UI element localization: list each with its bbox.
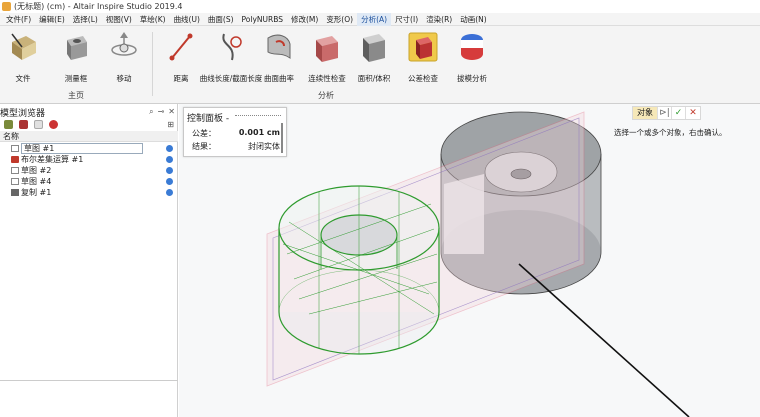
- tree-item-copy-1[interactable]: 复制 #1: [0, 187, 178, 198]
- visibility-icon[interactable]: [166, 145, 173, 152]
- measure-box-icon: [67, 36, 87, 60]
- pin-icon[interactable]: ⊸: [158, 107, 165, 117]
- group-label-home: 主页: [68, 91, 84, 100]
- tolerance-value[interactable]: 0.001 cm: [239, 128, 280, 137]
- curve-length-icon: [222, 33, 242, 61]
- tree-item-boolean-1[interactable]: 布尔差集运算 #1: [0, 154, 178, 165]
- move-tool[interactable]: 移动: [93, 30, 155, 83]
- draft-tool[interactable]: 拔模分析: [441, 30, 503, 83]
- visibility-icon[interactable]: [166, 189, 173, 196]
- area-volume-icon: [363, 34, 385, 62]
- material-icon[interactable]: [49, 119, 58, 129]
- copy-icon: [11, 189, 19, 196]
- menu-surface[interactable]: 曲面(S): [204, 13, 238, 26]
- visibility-icon[interactable]: [166, 167, 173, 174]
- menu-render[interactable]: 渲染(R): [422, 13, 456, 26]
- menu-deform[interactable]: 变形(O): [322, 13, 357, 26]
- close-icon[interactable]: ✕: [168, 107, 175, 117]
- surface-curvature-icon: [267, 34, 291, 59]
- probe-line: [518, 263, 690, 417]
- boolean-icon: [11, 156, 19, 163]
- distance-icon: [169, 33, 193, 61]
- menu-sketch[interactable]: 草绘(K): [136, 13, 170, 26]
- table-icon[interactable]: ⊞: [167, 120, 174, 129]
- sketch-icon: [11, 178, 19, 185]
- tree-item-sketch-4[interactable]: 草图 #4: [0, 176, 178, 187]
- object-selector: 对象 ⊳| ✓ ✕: [632, 106, 701, 120]
- browser-controls: ⌕ ⊸ ✕: [149, 107, 175, 117]
- title-bar: (无标题) (cm) - Altair Inspire Studio 2019.…: [0, 0, 760, 13]
- visibility-icon[interactable]: [166, 178, 173, 185]
- object-button[interactable]: 对象: [633, 107, 658, 119]
- confirm-icon[interactable]: ✓: [672, 107, 686, 119]
- ribbon-toolbar: 文件 测量框 移动 主页 距离 曲线长度/截面长度 曲面曲率 连续性检查 面积/…: [0, 26, 760, 104]
- group-label-analysis: 分析: [318, 91, 334, 100]
- model-browser: 模型浏览器 ⌕ ⊸ ✕ ⊞ 名称 草图 #1 布尔差集运算 #1 草图 #2 草…: [0, 104, 178, 417]
- window-title: (无标题) (cm) - Altair Inspire Studio 2019.…: [14, 2, 183, 11]
- tree-column-header[interactable]: 名称: [0, 131, 178, 142]
- continuity-check-icon: [316, 36, 338, 62]
- drag-handle[interactable]: [235, 115, 281, 117]
- tolerance-check-icon: [408, 32, 438, 62]
- control-panel: 控制面板 - 公差： 0.001 cm 结果： 封闭实体: [183, 107, 287, 157]
- menu-view[interactable]: 视图(V): [102, 13, 136, 26]
- light-icon[interactable]: [34, 119, 43, 129]
- menu-select[interactable]: 选择(L): [69, 13, 102, 26]
- app-logo-icon: [2, 2, 11, 11]
- menu-polynurbs[interactable]: PolyNURBS: [238, 13, 287, 26]
- search-icon[interactable]: ⌕: [149, 107, 153, 117]
- sketch-icon: [11, 167, 19, 174]
- resize-handle[interactable]: [281, 123, 283, 153]
- menu-file[interactable]: 文件(F): [2, 13, 35, 26]
- visibility-icon[interactable]: [166, 156, 173, 163]
- panel-divider: [0, 380, 178, 381]
- menu-bar: 文件(F) 编辑(E) 选择(L) 视图(V) 草绘(K) 曲线(U) 曲面(S…: [0, 12, 760, 26]
- draft-analysis-icon: [461, 34, 483, 60]
- model-tree: 草图 #1 布尔差集运算 #1 草图 #2 草图 #4 复制 #1: [0, 143, 178, 198]
- control-panel-title: 控制面板 -: [187, 114, 230, 124]
- cancel-icon[interactable]: ✕: [686, 107, 700, 119]
- browser-toolbar: ⊞: [0, 118, 178, 130]
- menu-modify[interactable]: 修改(M): [287, 13, 322, 26]
- layers-icon[interactable]: [19, 119, 28, 129]
- move-icon: [111, 32, 137, 56]
- menu-animation[interactable]: 动画(N): [456, 13, 490, 26]
- tree-item-sketch-1[interactable]: 草图 #1: [0, 143, 178, 154]
- reverse-icon[interactable]: ⊳|: [658, 107, 672, 119]
- filter-icon[interactable]: [4, 119, 13, 129]
- sketch-icon: [11, 145, 19, 152]
- menu-curve[interactable]: 曲线(U): [170, 13, 204, 26]
- menu-dimension[interactable]: 尺寸(I): [391, 13, 422, 26]
- menu-analysis[interactable]: 分析(A): [357, 12, 392, 26]
- tree-item-sketch-2[interactable]: 草图 #2: [0, 165, 178, 176]
- menu-edit[interactable]: 编辑(E): [35, 13, 69, 26]
- selection-hint: 选择一个或多个对象，右击确认。: [614, 128, 727, 137]
- result-value: 封闭实体: [248, 142, 280, 151]
- file-icon: [11, 33, 36, 60]
